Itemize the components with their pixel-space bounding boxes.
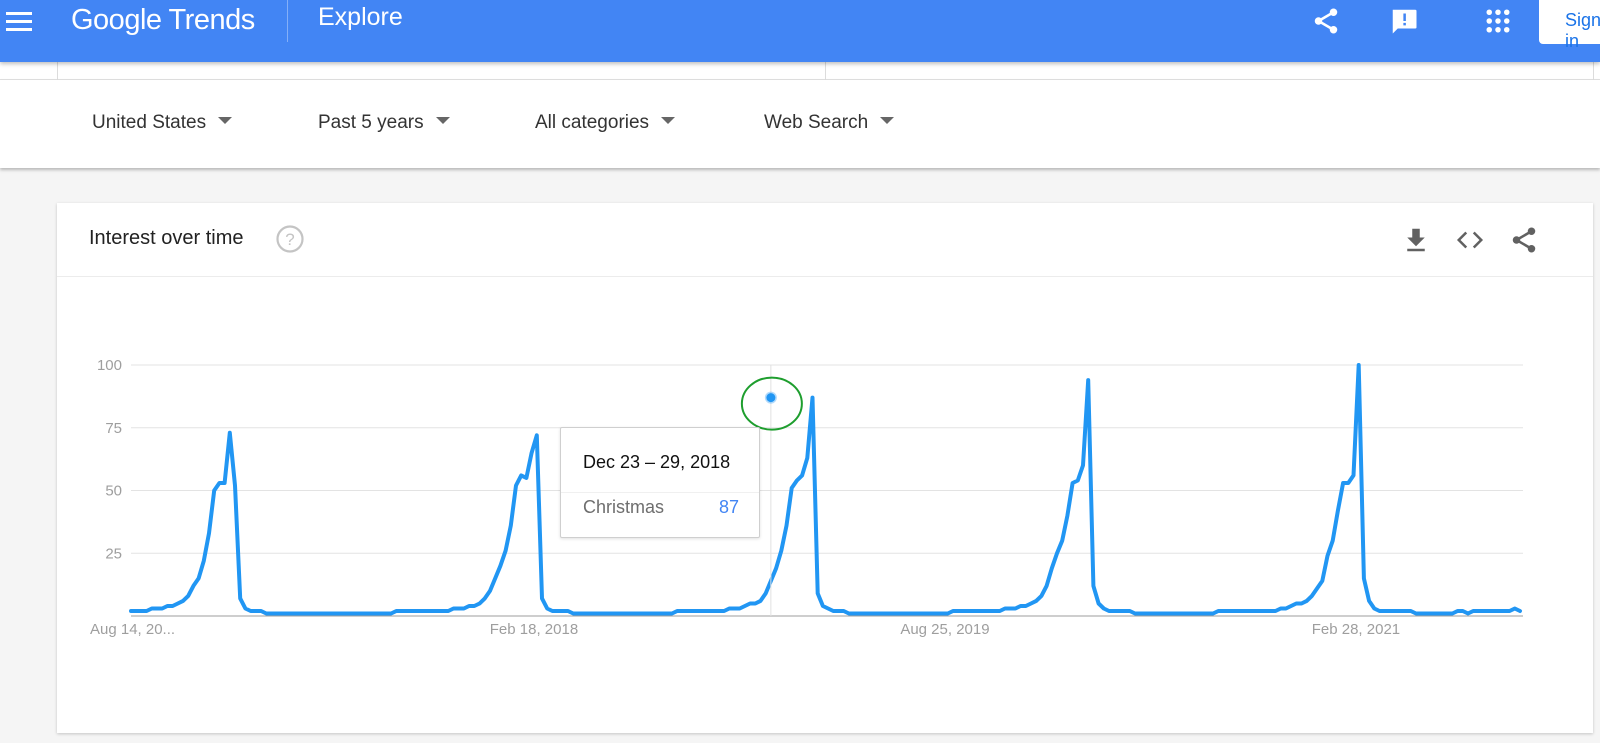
sign-in-button[interactable]: Sign in bbox=[1539, 0, 1600, 51]
apps-grid-icon[interactable] bbox=[1483, 6, 1513, 36]
page-title: Explore bbox=[318, 3, 403, 31]
x-tick-label: Aug 25, 2019 bbox=[900, 621, 989, 638]
highlight-annotation-ring bbox=[740, 376, 803, 431]
dropdown-arrow-icon bbox=[661, 117, 676, 125]
category-filter-label: All categories bbox=[535, 112, 650, 133]
region-filter-label: United States bbox=[92, 112, 207, 133]
x-tick-label: Feb 18, 2018 bbox=[490, 621, 578, 638]
search-type-filter-dropdown[interactable]: Web Search bbox=[764, 112, 895, 134]
x-tick-label: Aug 14, 20... bbox=[90, 621, 175, 638]
y-tick-label: 100 bbox=[97, 357, 122, 374]
category-filter-dropdown[interactable]: All categories bbox=[535, 112, 676, 134]
dropdown-arrow-icon bbox=[218, 117, 233, 125]
region-filter-dropdown[interactable]: United States bbox=[92, 112, 233, 134]
tooltip-value: 87 bbox=[718, 497, 739, 517]
filter-bar: United States Past 5 years All categorie… bbox=[0, 80, 1600, 168]
header-divider bbox=[287, 0, 288, 42]
x-tick-label: Feb 28, 2021 bbox=[1312, 621, 1400, 638]
y-tick-label: 50 bbox=[105, 483, 122, 500]
dropdown-arrow-icon bbox=[880, 117, 895, 125]
dropdown-arrow-icon bbox=[435, 117, 450, 125]
tooltip-term: Christmas bbox=[583, 497, 665, 517]
share-icon[interactable] bbox=[1311, 6, 1341, 36]
y-tick-label: 25 bbox=[105, 545, 122, 562]
tooltip-date: Dec 23 – 29, 2018 bbox=[583, 452, 731, 472]
brand-logo[interactable]: Google Trends bbox=[71, 4, 255, 37]
highlight-point[interactable] bbox=[766, 393, 776, 403]
time-range-filter-dropdown[interactable]: Past 5 years bbox=[318, 112, 450, 134]
time-range-filter-label: Past 5 years bbox=[318, 112, 424, 133]
series-line-christmas[interactable] bbox=[129, 363, 1522, 616]
tooltip-divider bbox=[561, 492, 759, 493]
top-app-bar: Google Trends Explore Sign in bbox=[0, 0, 1600, 62]
chart-tooltip: Dec 23 – 29, 2018 Christmas 87 bbox=[560, 427, 760, 538]
feedback-icon[interactable] bbox=[1389, 6, 1419, 36]
search-type-filter-label: Web Search bbox=[764, 112, 869, 133]
menu-icon[interactable] bbox=[6, 8, 34, 36]
y-tick-label: 75 bbox=[105, 420, 122, 437]
